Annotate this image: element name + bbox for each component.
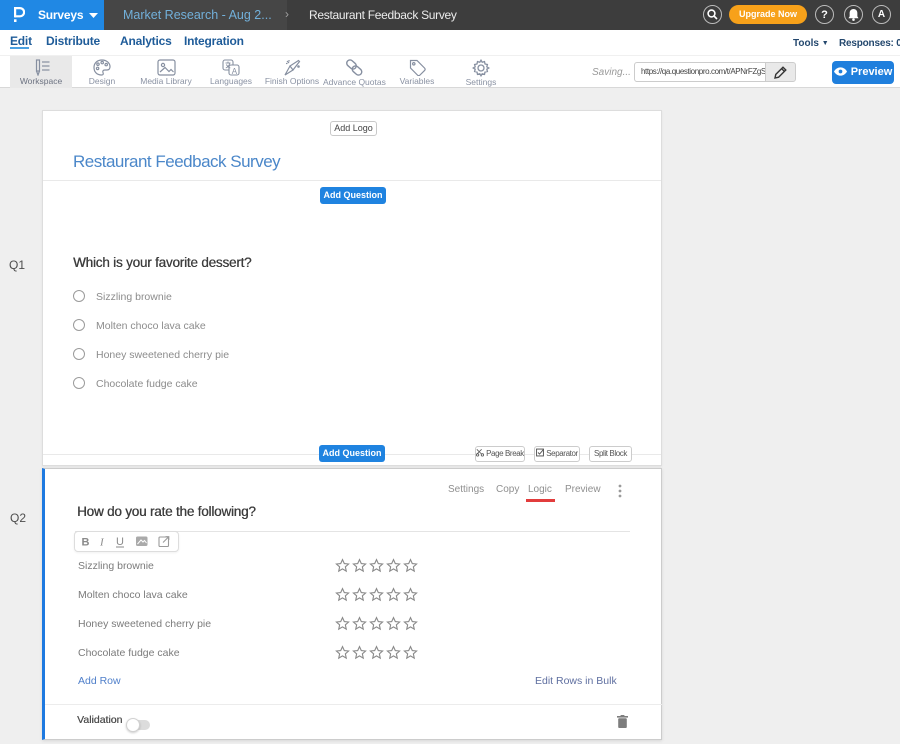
svg-text:U: U xyxy=(116,536,124,548)
svg-text:B: B xyxy=(82,537,90,549)
svg-text:A: A xyxy=(232,67,238,76)
svg-text:I: I xyxy=(99,537,105,549)
